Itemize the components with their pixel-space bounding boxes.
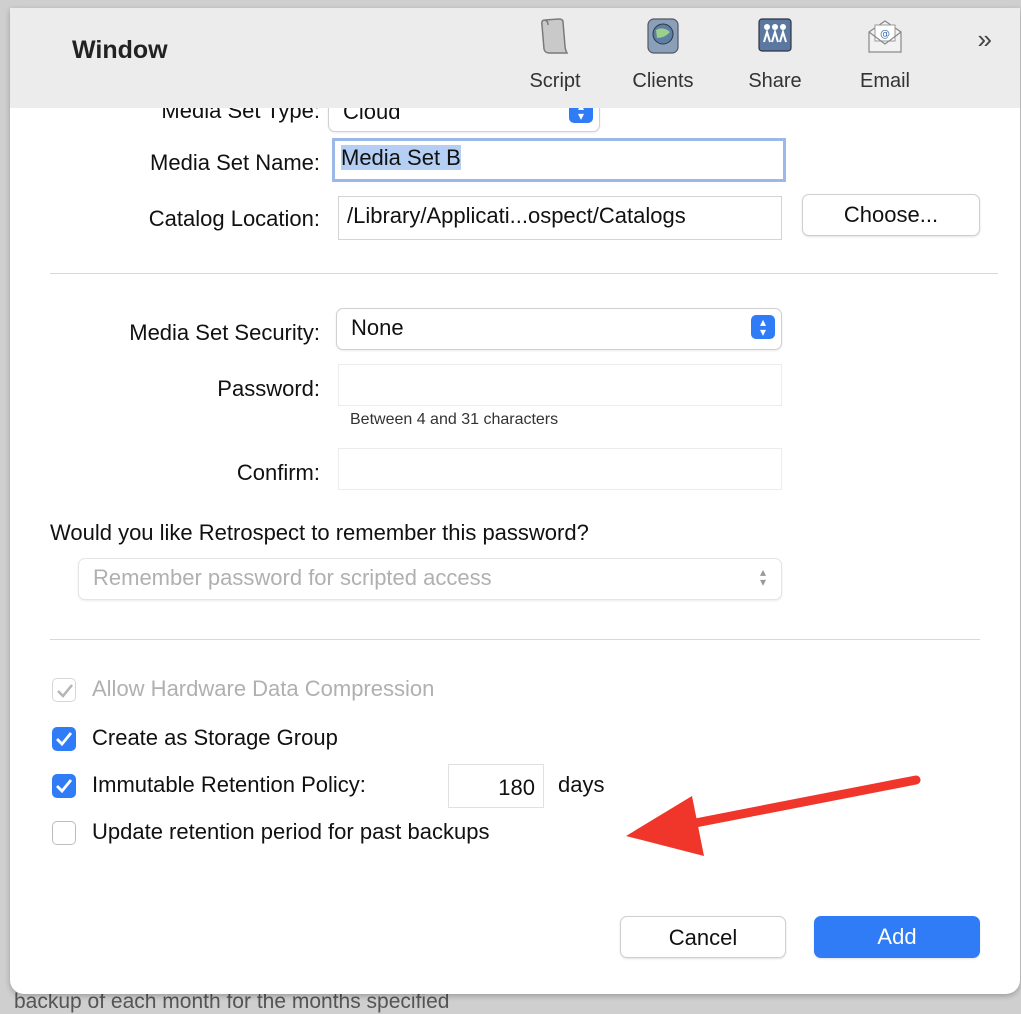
cancel-button[interactable]: Cancel bbox=[620, 916, 786, 958]
toolbar-email-button[interactable]: @ Email bbox=[840, 16, 930, 93]
media-set-type-select[interactable]: Cloud ▴▾ bbox=[328, 108, 600, 132]
share-people-icon bbox=[758, 18, 792, 52]
svg-text:@: @ bbox=[880, 29, 890, 40]
sheet-content: Media Set Type: Cloud ▴▾ Media Set Name:… bbox=[10, 108, 1020, 994]
catalog-location-field[interactable]: /Library/Applicati...ospect/Catalogs bbox=[338, 196, 782, 240]
new-media-set-sheet: Window Script Clients Share @ Email » Me… bbox=[10, 8, 1020, 994]
media-set-name-field[interactable]: Media Set B bbox=[332, 138, 786, 182]
separator bbox=[50, 639, 980, 640]
storage-group-checkbox[interactable] bbox=[52, 727, 76, 751]
annotation-arrow-icon bbox=[626, 775, 921, 856]
remember-password-question: Would you like Retrospect to remember th… bbox=[50, 520, 589, 545]
media-set-security-value: None bbox=[351, 315, 404, 340]
media-set-security-select[interactable]: None ▴ ▾ bbox=[336, 308, 782, 350]
toolbar-clients-label: Clients bbox=[632, 70, 694, 92]
select-arrows-icon: ▴▾ bbox=[569, 108, 593, 123]
update-retention-label: Update retention period for past backups bbox=[92, 819, 490, 844]
toolbar-clients-button[interactable]: Clients bbox=[618, 16, 708, 93]
separator bbox=[50, 273, 998, 274]
catalog-location-label: Catalog Location: bbox=[148, 206, 320, 231]
immutable-retention-label: Immutable Retention Policy: bbox=[92, 772, 366, 797]
add-button[interactable]: Add bbox=[814, 916, 980, 958]
choose-button[interactable]: Choose... bbox=[802, 194, 980, 236]
toolbar-script-button[interactable]: Script bbox=[510, 16, 600, 93]
password-field[interactable] bbox=[338, 364, 782, 406]
password-hint: Between 4 and 31 characters bbox=[350, 411, 559, 428]
hardware-compression-checkbox[interactable] bbox=[52, 678, 76, 702]
toolbar-script-label: Script bbox=[529, 70, 581, 92]
window-toolbar: Window Script Clients Share @ Email » bbox=[10, 8, 1020, 108]
update-retention-checkbox[interactable] bbox=[52, 821, 76, 845]
media-set-security-label: Media Set Security: bbox=[129, 320, 320, 345]
toolbar-email-label: Email bbox=[859, 70, 910, 92]
remember-password-select[interactable]: Remember password for scripted access ▴ ▾ bbox=[78, 558, 782, 600]
script-scroll-icon bbox=[541, 18, 569, 54]
media-set-type-value: Cloud bbox=[343, 108, 401, 124]
clients-globe-icon bbox=[647, 18, 679, 54]
confirm-label: Confirm: bbox=[236, 460, 320, 485]
media-set-type-label: Media Set Type: bbox=[161, 108, 320, 123]
email-envelope-icon: @ bbox=[868, 20, 902, 53]
remember-password-value: Remember password for scripted access bbox=[93, 565, 492, 590]
toolbar-share-label: Share bbox=[748, 70, 802, 92]
toolbar-overflow-chevron-icon[interactable]: » bbox=[978, 24, 992, 55]
window-title: Window bbox=[72, 36, 168, 64]
retention-days-unit: days bbox=[558, 772, 605, 797]
confirm-password-field[interactable] bbox=[338, 448, 782, 490]
checkmark-icon bbox=[56, 732, 73, 747]
storage-group-label: Create as Storage Group bbox=[92, 725, 338, 750]
hardware-compression-label: Allow Hardware Data Compression bbox=[92, 676, 435, 701]
media-set-name-label: Media Set Name: bbox=[150, 150, 320, 175]
checkmark-icon bbox=[57, 684, 73, 698]
select-arrows-icon: ▴▾ bbox=[751, 315, 775, 339]
media-set-name-value: Media Set B bbox=[341, 145, 461, 170]
immutable-retention-checkbox[interactable] bbox=[52, 774, 76, 798]
toolbar-share-button[interactable]: Share bbox=[730, 16, 820, 93]
retention-days-field[interactable]: 180 bbox=[448, 764, 544, 808]
password-label: Password: bbox=[217, 376, 320, 401]
select-arrows-icon: ▴▾ bbox=[759, 565, 767, 589]
checkmark-icon bbox=[56, 779, 73, 794]
